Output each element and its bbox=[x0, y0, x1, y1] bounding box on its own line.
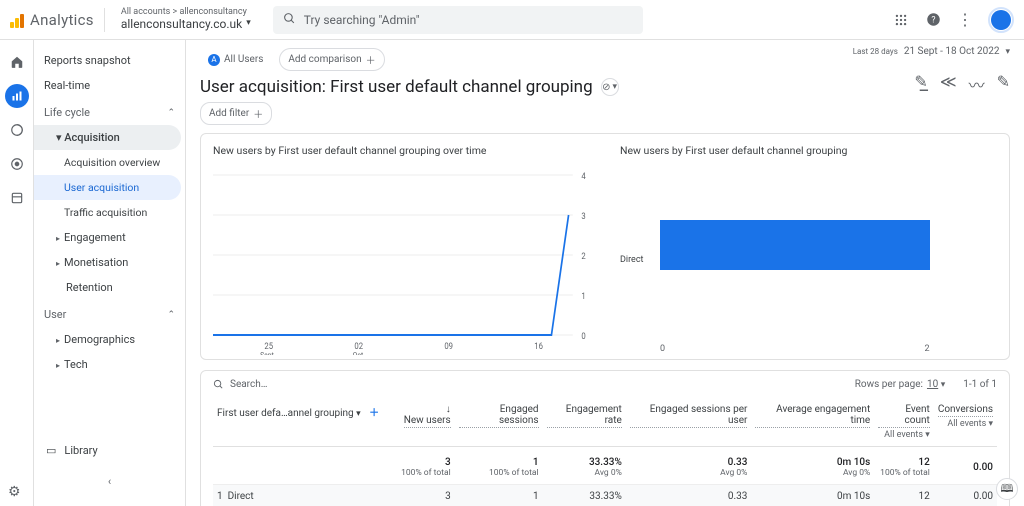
add-comparison-button[interactable]: Add comparison＋ bbox=[279, 48, 384, 71]
svg-text:09: 09 bbox=[444, 341, 453, 352]
rail-home-icon[interactable] bbox=[5, 50, 29, 74]
bar-category-label: Direct bbox=[620, 255, 660, 265]
sidebar-acquisition-overview[interactable]: Acquisition overview bbox=[34, 150, 185, 175]
svg-text:Oct: Oct bbox=[353, 350, 364, 355]
property-selector[interactable]: All accounts > allenconsultancy allencon… bbox=[115, 8, 257, 31]
nav-rail bbox=[0, 40, 34, 506]
collapse-sidebar-button[interactable]: ‹ bbox=[34, 465, 185, 498]
sidebar-lifecycle-header[interactable]: Life cycle⌃ bbox=[34, 98, 185, 125]
col-engaged-sessions[interactable]: Engaged sessions bbox=[455, 398, 543, 447]
svg-text:4: 4 bbox=[581, 171, 586, 182]
rail-reports-icon[interactable] bbox=[5, 84, 29, 108]
ga-logo-icon bbox=[10, 12, 24, 28]
dimension-selector-button[interactable]: ⊘▾ bbox=[601, 78, 619, 96]
insights-icon[interactable]: 〰 bbox=[969, 72, 985, 96]
sidebar-retention[interactable]: Retention bbox=[34, 275, 185, 300]
svg-text:Sept: Sept bbox=[260, 350, 274, 355]
sidebar-engagement[interactable]: Engagement bbox=[34, 225, 185, 250]
segment-badge-icon: A bbox=[208, 54, 220, 66]
rows-per-page-select[interactable]: 10 ▾ bbox=[927, 379, 945, 390]
date-range-picker[interactable]: Last 28 days 21 Sept - 18 Oct 2022 ▾ bbox=[853, 46, 1010, 57]
rail-configure-icon[interactable] bbox=[5, 186, 29, 210]
plus-icon: ＋ bbox=[366, 52, 376, 67]
share-icon[interactable]: ≪ bbox=[940, 72, 957, 96]
col-eng-per-user[interactable]: Engaged sessions per user bbox=[626, 398, 752, 447]
svg-text:3: 3 bbox=[581, 211, 586, 222]
search-placeholder: Try searching "Admin" bbox=[304, 13, 420, 27]
add-dimension-button[interactable]: ＋ bbox=[369, 408, 379, 419]
sidebar-user-acquisition[interactable]: User acquisition bbox=[34, 175, 181, 200]
edit-icon[interactable]: ✎ bbox=[997, 72, 1010, 96]
svg-text:16: 16 bbox=[534, 341, 543, 352]
totals-row: 3100% of total 1100% of total 33.33%Avg … bbox=[213, 447, 997, 485]
svg-text:?: ? bbox=[931, 16, 935, 26]
search-icon bbox=[283, 12, 296, 28]
search-box[interactable]: Try searching "Admin" bbox=[273, 6, 643, 34]
main-content: Last 28 days 21 Sept - 18 Oct 2022 ▾ ✎̲ … bbox=[186, 40, 1024, 506]
dimension-column[interactable]: First user defa…annel grouping ▾ ＋ bbox=[213, 398, 393, 447]
bar-chart-title: New users by First user default channel … bbox=[620, 144, 997, 157]
plus-icon: ＋ bbox=[253, 106, 263, 121]
account-avatar[interactable] bbox=[988, 7, 1014, 33]
data-table: First user defa…annel grouping ▾ ＋ ↓ New… bbox=[213, 398, 997, 506]
col-conversions[interactable]: ConversionsAll events ▾ bbox=[934, 398, 997, 447]
rows-per-page-label: Rows per page: bbox=[855, 379, 923, 390]
line-chart: New users by First user default channel … bbox=[213, 144, 590, 355]
col-engagement-rate[interactable]: Engagement rate bbox=[543, 398, 626, 447]
charts-card: New users by First user default channel … bbox=[200, 133, 1010, 360]
col-new-users[interactable]: ↓ New users bbox=[393, 398, 455, 447]
sidebar-tech[interactable]: Tech bbox=[34, 352, 185, 377]
sidebar-reports-snapshot[interactable]: Reports snapshot bbox=[34, 48, 185, 73]
svg-text:2: 2 bbox=[581, 251, 586, 262]
svg-text:1: 1 bbox=[581, 291, 585, 302]
apps-icon[interactable] bbox=[892, 11, 910, 29]
property-name: allenconsultancy.co.uk bbox=[121, 18, 242, 31]
sidebar-monetisation[interactable]: Monetisation bbox=[34, 250, 185, 275]
report-actions: ✎̲ ≪ 〰 ✎ bbox=[914, 72, 1010, 96]
admin-gear-icon[interactable]: ⚙ bbox=[8, 484, 21, 500]
bar-chart: New users by First user default channel … bbox=[620, 144, 997, 355]
sidebar-user-header[interactable]: User⌃ bbox=[34, 300, 185, 327]
customize-icon[interactable]: ✎̲ bbox=[914, 72, 927, 96]
rail-explore-icon[interactable] bbox=[5, 118, 29, 142]
search-icon bbox=[213, 379, 224, 390]
chevron-down-icon: ▾ bbox=[246, 19, 251, 29]
top-bar: Analytics All accounts > allenconsultanc… bbox=[0, 0, 1024, 40]
table-search-placeholder: Search… bbox=[230, 379, 267, 390]
library-icon: ▭ bbox=[46, 444, 56, 457]
chevron-up-icon: ⌃ bbox=[167, 108, 175, 118]
feedback-button[interactable]: 🕮 bbox=[996, 478, 1018, 500]
table-search[interactable]: Search… bbox=[213, 379, 267, 390]
help-icon[interactable]: ? bbox=[924, 11, 942, 29]
table-card: Search… Rows per page: 10 ▾ 1-1 of 1 Fir… bbox=[200, 370, 1010, 506]
sidebar-library[interactable]: ▭Library bbox=[34, 436, 185, 465]
date-range-preset: Last 28 days bbox=[853, 47, 898, 56]
bar-direct bbox=[660, 220, 930, 270]
brand-label: Analytics bbox=[30, 11, 94, 29]
sidebar-acquisition[interactable]: ▾ Acquisition bbox=[34, 125, 181, 150]
more-icon[interactable]: ⋮ bbox=[956, 11, 974, 29]
top-right-actions: ? ⋮ bbox=[892, 7, 1014, 33]
sidebar-traffic-acquisition[interactable]: Traffic acquisition bbox=[34, 200, 185, 225]
segment-all-users[interactable]: AAll Users bbox=[200, 51, 271, 69]
col-avg-eng-time[interactable]: Average engagement time bbox=[751, 398, 874, 447]
svg-text:0: 0 bbox=[581, 331, 586, 342]
sidebar: Reports snapshot Real-time Life cycle⌃ ▾… bbox=[34, 40, 186, 506]
table-range-label: 1-1 of 1 bbox=[963, 379, 997, 390]
page-title: User acquisition: First user default cha… bbox=[200, 77, 593, 97]
line-chart-title: New users by First user default channel … bbox=[213, 144, 590, 157]
date-range-value: 21 Sept - 18 Oct 2022 bbox=[904, 46, 1000, 57]
chevron-down-icon: ▾ bbox=[1005, 47, 1010, 57]
sidebar-realtime[interactable]: Real-time bbox=[34, 73, 185, 98]
ga-logo: Analytics bbox=[10, 11, 94, 29]
sidebar-demographics[interactable]: Demographics bbox=[34, 327, 185, 352]
rail-ads-icon[interactable] bbox=[5, 152, 29, 176]
table-row[interactable]: 1 Direct 3 1 33.33% 0.33 0m 10s 12 0.00 bbox=[213, 485, 997, 506]
chevron-up-icon: ⌃ bbox=[167, 310, 175, 320]
add-filter-button[interactable]: Add filter＋ bbox=[200, 102, 272, 125]
divider bbox=[104, 8, 105, 32]
col-event-count[interactable]: Event countAll events ▾ bbox=[874, 398, 934, 447]
